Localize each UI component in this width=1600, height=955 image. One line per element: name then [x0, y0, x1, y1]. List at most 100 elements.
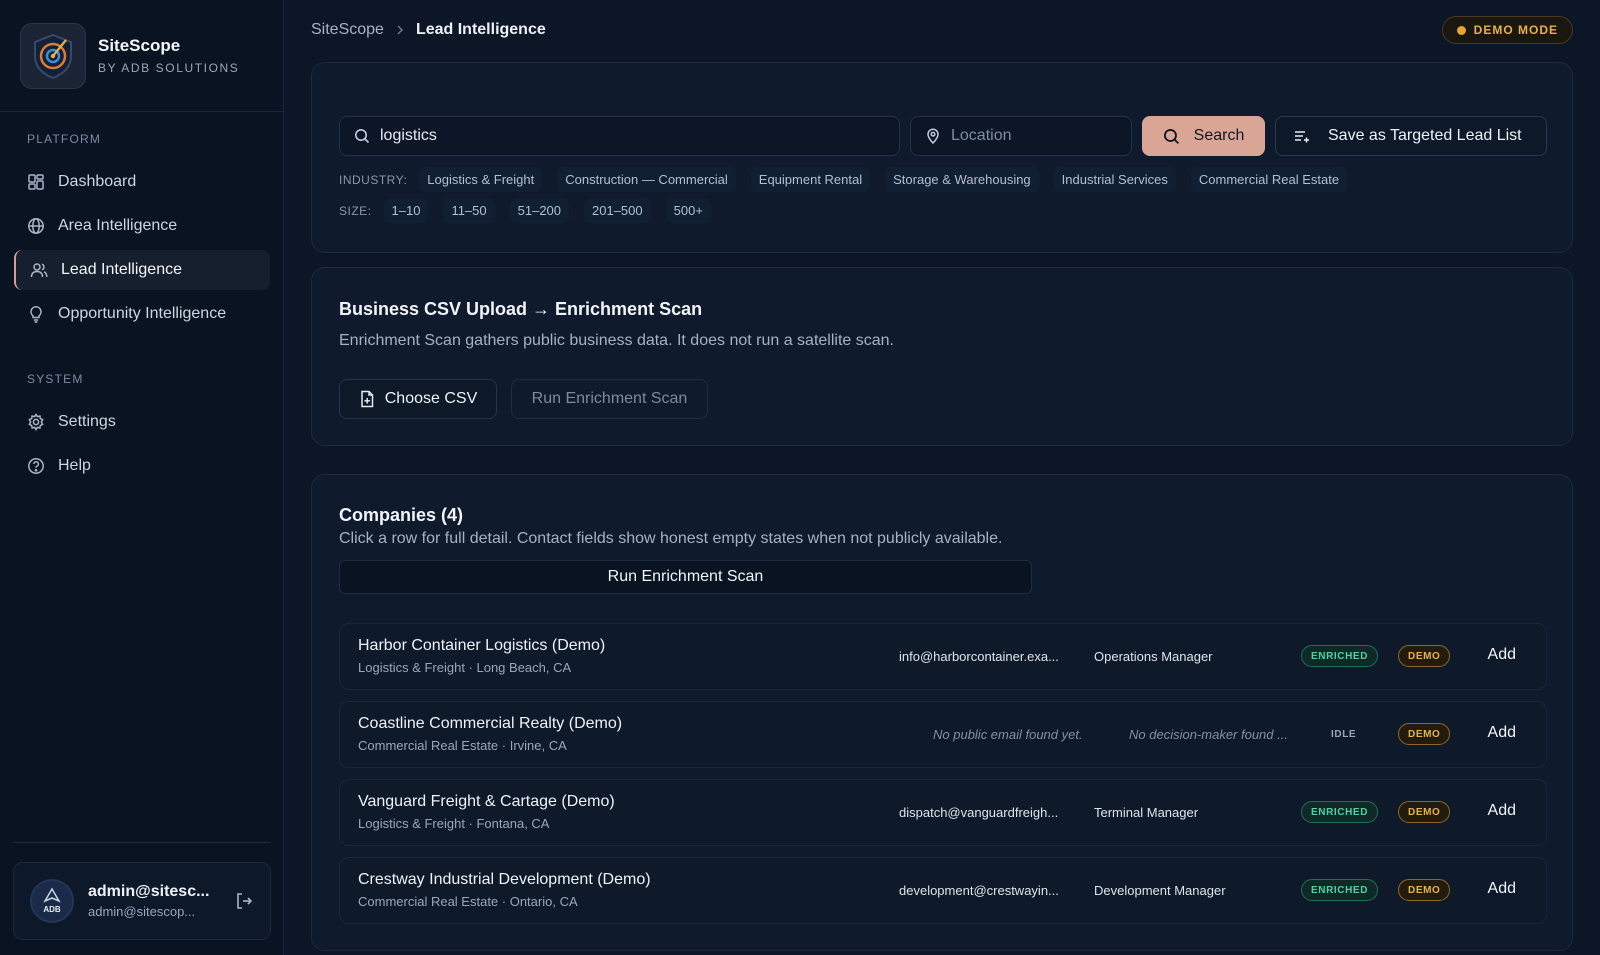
demo-mode-label: DEMO MODE	[1473, 23, 1558, 37]
breadcrumb: SiteScope Lead Intelligence	[311, 21, 546, 39]
location-input[interactable]	[951, 127, 1131, 145]
company-email: development@crestwayin...	[899, 883, 1059, 898]
industry-chip[interactable]: Commercial Real Estate	[1190, 167, 1348, 192]
csv-title: Business CSV Upload → Enrichment Scan	[339, 299, 703, 319]
add-lead-button[interactable]: Add	[1488, 802, 1516, 820]
list-plus-icon	[1294, 128, 1310, 144]
sidebar-item-area-intelligence[interactable]: Area Intelligence	[14, 206, 270, 246]
industry-chip[interactable]: Equipment Rental	[750, 167, 871, 192]
sidebar-item-lead-intelligence[interactable]: Lead Intelligence	[14, 250, 270, 290]
size-filter-label: SIZE:	[339, 203, 372, 218]
company-role-empty: No decision-maker found ...	[1129, 727, 1288, 742]
status-badge: ENRICHED	[1301, 645, 1379, 667]
search-input[interactable]	[380, 127, 899, 145]
demo-badge: DEMO	[1398, 723, 1451, 745]
sidebar-item-label: Lead Intelligence	[61, 261, 182, 278]
status-badge: IDLE	[1331, 728, 1357, 740]
size-chip[interactable]: 1–10	[383, 198, 429, 223]
table-row[interactable]: Crestway Industrial Development (Demo) C…	[339, 857, 1547, 924]
add-lead-button[interactable]: Add	[1488, 724, 1516, 742]
brand-name: SiteScope	[98, 36, 181, 55]
company-email: info@harborcontainer.exa...	[899, 649, 1059, 664]
company-role: Development Manager	[1094, 883, 1226, 898]
save-lead-list-label: Save as Targeted Lead List	[1328, 127, 1522, 144]
size-chip[interactable]: 500+	[665, 198, 711, 223]
demo-badge: DEMO	[1398, 801, 1451, 823]
sidebar-item-label: Area Intelligence	[58, 217, 178, 234]
company-name: Harbor Container Logistics (Demo)	[358, 637, 606, 654]
status-badge: ENRICHED	[1301, 801, 1379, 823]
add-lead-button[interactable]: Add	[1488, 646, 1516, 664]
demo-badge: DEMO	[1398, 645, 1451, 667]
brand-logo-icon	[20, 22, 86, 89]
gear-icon	[27, 413, 45, 431]
company-email: dispatch@vanguardfreigh...	[899, 805, 1059, 820]
company-meta: Logistics & Freight · Long Beach, CA	[358, 660, 572, 675]
company-meta: Logistics & Freight · Fontana, CA	[358, 816, 550, 831]
breadcrumb-current: Lead Intelligence	[415, 21, 546, 38]
company-email-empty: No public email found yet.	[933, 727, 1083, 742]
demo-mode-badge: DEMO MODE	[1441, 16, 1573, 44]
logout-icon[interactable]	[234, 891, 254, 911]
company-meta: Commercial Real Estate · Irvine, CA	[358, 738, 567, 753]
company-name: Vanguard Freight & Cartage (Demo)	[358, 793, 615, 810]
search-icon	[354, 128, 370, 144]
sidebar-item-label: Help	[58, 457, 91, 474]
company-name: Crestway Industrial Development (Demo)	[358, 871, 651, 888]
run-enrichment-scan-all-button[interactable]: Run Enrichment Scan	[339, 560, 1032, 594]
size-chip[interactable]: 201–500	[584, 198, 651, 223]
user-email: admin@sitescop...	[88, 904, 196, 919]
breadcrumb-root-link[interactable]: SiteScope	[311, 21, 384, 39]
status-badge: ENRICHED	[1301, 879, 1379, 901]
nav-section-platform: PLATFORM	[27, 132, 102, 146]
size-chip[interactable]: 51–200	[509, 198, 570, 223]
sidebar: SiteScope BY ADB SOLUTIONS PLATFORM Dash…	[0, 0, 284, 955]
search-field[interactable]	[339, 116, 900, 156]
location-field[interactable]	[910, 116, 1132, 156]
globe-icon	[27, 217, 45, 235]
csv-description: Enrichment Scan gathers public business …	[339, 332, 894, 349]
table-row[interactable]: Harbor Container Logistics (Demo) Logist…	[339, 623, 1547, 690]
industry-chip[interactable]: Storage & Warehousing	[885, 167, 1039, 192]
search-button[interactable]: Search	[1142, 116, 1265, 156]
search-button-label: Search	[1193, 127, 1245, 144]
brand: SiteScope BY ADB SOLUTIONS	[0, 0, 283, 112]
run-enrichment-all-label: Run Enrichment Scan	[607, 568, 764, 585]
users-icon	[30, 261, 48, 279]
sidebar-item-help[interactable]: Help	[14, 446, 270, 486]
companies-card: Companies (4) Click a row for full detai…	[311, 474, 1573, 951]
sidebar-item-label: Settings	[58, 413, 116, 430]
table-row[interactable]: Vanguard Freight & Cartage (Demo) Logist…	[339, 779, 1547, 846]
add-lead-button[interactable]: Add	[1488, 880, 1516, 898]
sidebar-divider	[13, 842, 271, 843]
save-lead-list-button[interactable]: Save as Targeted Lead List	[1275, 116, 1547, 156]
company-meta: Commercial Real Estate · Ontario, CA	[358, 894, 578, 909]
sidebar-item-dashboard[interactable]: Dashboard	[14, 162, 270, 202]
map-pin-icon	[925, 128, 941, 144]
demo-badge: DEMO	[1398, 879, 1451, 901]
user-card[interactable]: ADB admin@sitesc... admin@sitescop...	[13, 862, 271, 940]
table-row[interactable]: Coastline Commercial Realty (Demo) Comme…	[339, 701, 1547, 768]
lightbulb-icon	[27, 305, 45, 323]
sidebar-item-label: Dashboard	[58, 173, 137, 190]
industry-chip[interactable]: Logistics & Freight	[419, 167, 543, 192]
status-dot-icon	[1456, 25, 1466, 35]
grid-icon	[27, 173, 45, 191]
choose-csv-button[interactable]: Choose CSV	[339, 379, 497, 419]
sidebar-item-settings[interactable]: Settings	[14, 402, 270, 442]
file-plus-icon	[359, 390, 375, 408]
sidebar-item-opportunity-intelligence[interactable]: Opportunity Intelligence	[14, 294, 270, 334]
industry-chip[interactable]: Industrial Services	[1053, 167, 1176, 192]
chevron-right-icon	[394, 24, 406, 36]
industry-filter-label: INDUSTRY:	[339, 172, 408, 187]
run-enrichment-scan-button[interactable]: Run Enrichment Scan	[511, 379, 708, 419]
search-card: Search Save as Targeted Lead List INDUST…	[311, 62, 1573, 253]
brand-subtitle: BY ADB SOLUTIONS	[98, 61, 240, 75]
industry-chip[interactable]: Construction — Commercial	[557, 167, 736, 192]
size-filter-row: SIZE: 1–10 11–50 51–200 201–500 500+	[339, 198, 726, 223]
search-icon	[1163, 128, 1180, 145]
user-name: admin@sitesc...	[88, 883, 210, 900]
size-chip[interactable]: 11–50	[443, 198, 495, 223]
companies-title: Companies (4)	[339, 505, 464, 525]
help-circle-icon	[27, 457, 45, 475]
